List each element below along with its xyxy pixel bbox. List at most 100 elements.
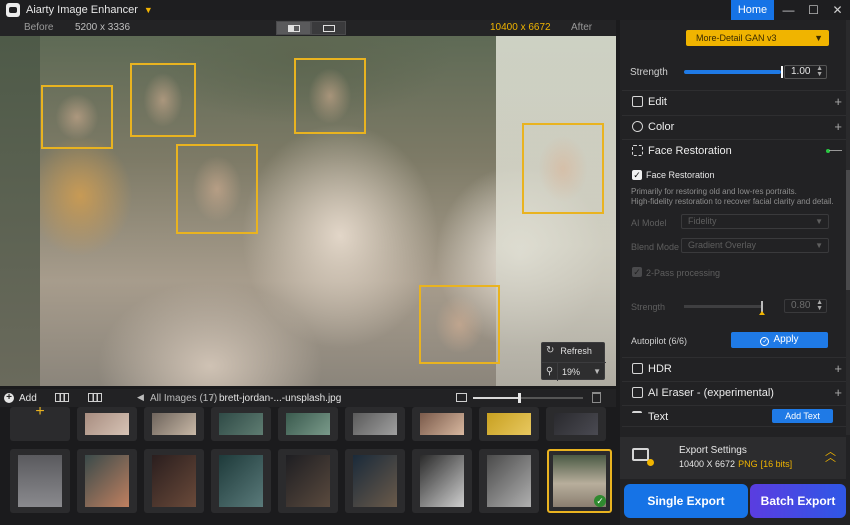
image-thumbnail[interactable] bbox=[278, 407, 338, 441]
image-thumbnail[interactable] bbox=[345, 407, 405, 441]
ai-model-value: More-Detail GAN v3 bbox=[696, 33, 777, 43]
text-icon bbox=[632, 411, 642, 422]
home-button[interactable]: Home bbox=[731, 0, 774, 20]
maximize-icon[interactable]: ☐ bbox=[801, 0, 826, 20]
face-restoration-checkbox[interactable]: ✓ bbox=[632, 170, 642, 180]
title-bar: Aiarty Image Enhancer ▼ bbox=[0, 0, 850, 20]
image-thumbnail[interactable] bbox=[211, 407, 271, 441]
add-images-button[interactable]: Add bbox=[19, 393, 37, 404]
expand-plus-icon[interactable]: + bbox=[834, 361, 842, 376]
two-pass-checkbox[interactable]: ✓ bbox=[632, 267, 642, 277]
image-filmstrip: + ✓ bbox=[0, 407, 616, 525]
section-label: AI Eraser - (experimental) bbox=[648, 387, 774, 399]
panel-scrollbar[interactable] bbox=[846, 20, 850, 435]
face-detection-box[interactable] bbox=[130, 63, 196, 137]
slider-knob[interactable] bbox=[518, 393, 522, 403]
chevron-down-icon: ▼ bbox=[815, 217, 823, 226]
face-ai-model-value: Fidelity bbox=[688, 216, 717, 226]
collapse-minus-icon[interactable]: — bbox=[829, 142, 842, 157]
split-view-button[interactable] bbox=[276, 21, 311, 35]
image-thumbnail[interactable] bbox=[144, 407, 204, 441]
close-icon[interactable]: ✕ bbox=[825, 0, 850, 20]
refresh-icon: ↻ bbox=[546, 345, 555, 356]
face-scan-icon bbox=[632, 145, 643, 156]
back-arrow-icon[interactable]: ◀ bbox=[137, 392, 144, 403]
compare-bar: Before 5200 x 3336 10400 x 6672 After bbox=[0, 20, 616, 36]
add-circle-icon[interactable]: + bbox=[4, 393, 14, 403]
app-menu-chevron-icon[interactable]: ▼ bbox=[144, 5, 153, 15]
minimize-icon[interactable]: — bbox=[776, 0, 801, 20]
image-thumbnail[interactable] bbox=[278, 449, 338, 513]
stepper-arrows-icon[interactable]: ▲ ▼ bbox=[816, 299, 823, 312]
add-text-button[interactable]: Add Text bbox=[772, 409, 833, 423]
image-thumbnail-selected[interactable]: ✓ bbox=[547, 449, 612, 513]
face-ai-model-select[interactable]: Fidelity ▼ bbox=[681, 214, 829, 229]
image-thumbnail[interactable] bbox=[10, 449, 70, 513]
section-ai-eraser[interactable]: AI Eraser - (experimental) + bbox=[622, 381, 846, 403]
image-thumbnail[interactable] bbox=[77, 449, 137, 513]
expand-plus-icon[interactable]: + bbox=[834, 385, 842, 400]
image-thumbnail[interactable] bbox=[412, 449, 472, 513]
color-palette-icon bbox=[632, 121, 643, 132]
image-size-icon bbox=[456, 393, 467, 402]
image-thumbnail[interactable] bbox=[479, 449, 539, 513]
chevron-down-icon: ▼ bbox=[814, 33, 823, 43]
section-edit[interactable]: Edit + bbox=[622, 90, 846, 112]
double-chevron-up-icon[interactable]: ︿ ︿ bbox=[825, 447, 836, 464]
face-strength-slider[interactable] bbox=[684, 301, 765, 315]
expand-plus-icon[interactable]: + bbox=[834, 94, 842, 109]
export-settings[interactable]: Export Settings 10400 X 6672 PNG [16 bits]… bbox=[620, 437, 846, 479]
zoom-magnifier-icon: ⚲ bbox=[542, 362, 558, 381]
face-detection-box[interactable] bbox=[41, 85, 113, 149]
zoom-select[interactable]: ⚲ 19% ▼ bbox=[542, 362, 606, 381]
image-thumbnail[interactable] bbox=[211, 449, 271, 513]
apply-button[interactable]: ✓ Apply bbox=[731, 332, 828, 348]
slider-knob[interactable] bbox=[781, 66, 783, 78]
breadcrumb-all-images[interactable]: All Images (17) bbox=[150, 393, 217, 404]
image-preview[interactable] bbox=[0, 36, 616, 386]
add-plus-icon: + bbox=[35, 407, 45, 420]
stepper-arrows-icon[interactable]: ▲ ▼ bbox=[816, 65, 823, 78]
strength-label: Strength bbox=[630, 67, 668, 78]
image-thumbnail[interactable] bbox=[479, 407, 539, 441]
face-detection-box[interactable] bbox=[294, 58, 366, 134]
face-detection-box[interactable] bbox=[522, 123, 604, 214]
image-thumbnail[interactable] bbox=[77, 407, 137, 441]
face-restoration-description: Primarily for restoring old and low-res … bbox=[631, 187, 841, 207]
before-label: Before bbox=[24, 22, 54, 33]
side-by-side-button[interactable] bbox=[311, 21, 346, 35]
batch-export-button[interactable]: Batch Export bbox=[750, 484, 846, 518]
section-label: Color bbox=[648, 121, 675, 133]
image-thumbnail[interactable] bbox=[412, 407, 472, 441]
description-line: Primarily for restoring old and low-res … bbox=[631, 187, 797, 196]
refresh-button[interactable]: ↻ Refresh bbox=[546, 345, 592, 356]
face-strength-input[interactable]: 0.80 ▲ ▼ bbox=[784, 299, 827, 313]
thumbnail-size-slider[interactable] bbox=[473, 393, 583, 403]
filmstrip-view-icon[interactable] bbox=[88, 393, 102, 402]
strength-input[interactable]: 1.00 ▲ ▼ bbox=[784, 65, 827, 79]
refresh-label: Refresh bbox=[560, 345, 592, 356]
export-bit-depth: [16 bits] bbox=[760, 459, 793, 469]
section-hdr[interactable]: HDR + bbox=[622, 357, 846, 379]
section-face-restoration[interactable]: Face Restoration — bbox=[622, 139, 846, 161]
grid-view-icon[interactable] bbox=[55, 393, 69, 402]
trash-icon[interactable] bbox=[592, 392, 601, 403]
strength-slider[interactable] bbox=[684, 66, 783, 78]
image-thumbnail[interactable] bbox=[345, 449, 405, 513]
export-settings-detail: 10400 X 6672 PNG [16 bits] bbox=[679, 459, 792, 469]
blend-mode-select[interactable]: Gradient Overlay ▼ bbox=[681, 238, 829, 253]
image-thumbnail[interactable] bbox=[144, 449, 204, 513]
export-format: PNG bbox=[738, 459, 758, 469]
ai-model-select[interactable]: More-Detail GAN v3 ▼ bbox=[686, 30, 829, 46]
scrollbar-thumb[interactable] bbox=[846, 170, 850, 290]
single-export-button[interactable]: Single Export bbox=[624, 484, 748, 518]
export-resolution: 10400 X 6672 bbox=[679, 459, 736, 469]
expand-plus-icon[interactable]: + bbox=[834, 119, 842, 134]
face-detection-box[interactable] bbox=[419, 285, 500, 364]
app-logo-icon bbox=[6, 3, 20, 17]
add-image-tile[interactable]: + bbox=[10, 407, 70, 441]
face-detection-box[interactable] bbox=[176, 144, 258, 234]
after-label: After bbox=[571, 22, 593, 33]
section-color[interactable]: Color + bbox=[622, 115, 846, 137]
image-thumbnail[interactable] bbox=[546, 407, 606, 441]
